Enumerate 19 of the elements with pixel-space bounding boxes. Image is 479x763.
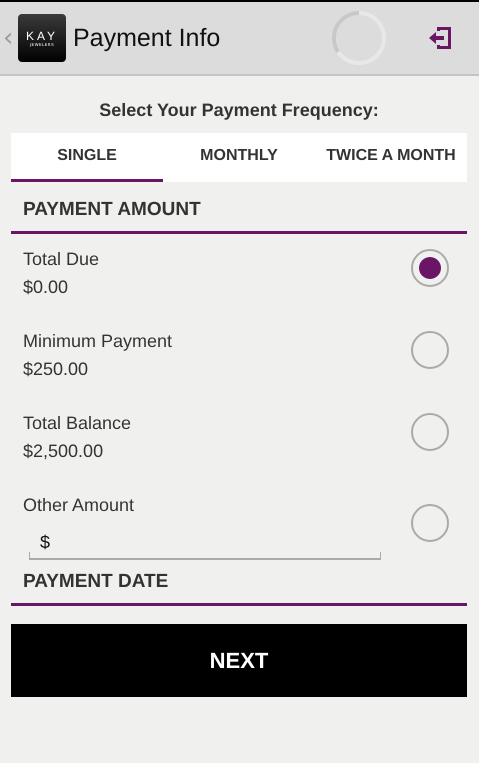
section-heading: PAYMENT DATE — [11, 554, 467, 606]
frequency-heading: Select Your Payment Frequency: — [98, 100, 380, 121]
option-label: Total Balance — [23, 412, 132, 434]
screen-title: Payment Info — [73, 24, 222, 52]
option-amount: $2,500.00 — [23, 440, 104, 462]
option-amount: $250.00 — [23, 358, 90, 380]
logout-icon[interactable] — [427, 25, 453, 51]
next-button[interactable]: NEXT — [11, 624, 467, 697]
option-amount: $0.00 — [23, 276, 70, 298]
radio-button[interactable] — [411, 331, 449, 369]
section-heading: PAYMENT AMOUNT — [11, 182, 467, 234]
radio-button[interactable] — [411, 504, 449, 542]
radio-button[interactable] — [411, 249, 449, 287]
amount-field[interactable]: $ — [29, 526, 381, 560]
radio-button[interactable] — [411, 413, 449, 451]
logo-name: KAY — [26, 30, 58, 42]
option-label: Other Amount — [23, 494, 136, 516]
option-label: Minimum Payment — [23, 330, 174, 352]
option-label: Total Due — [23, 248, 100, 270]
